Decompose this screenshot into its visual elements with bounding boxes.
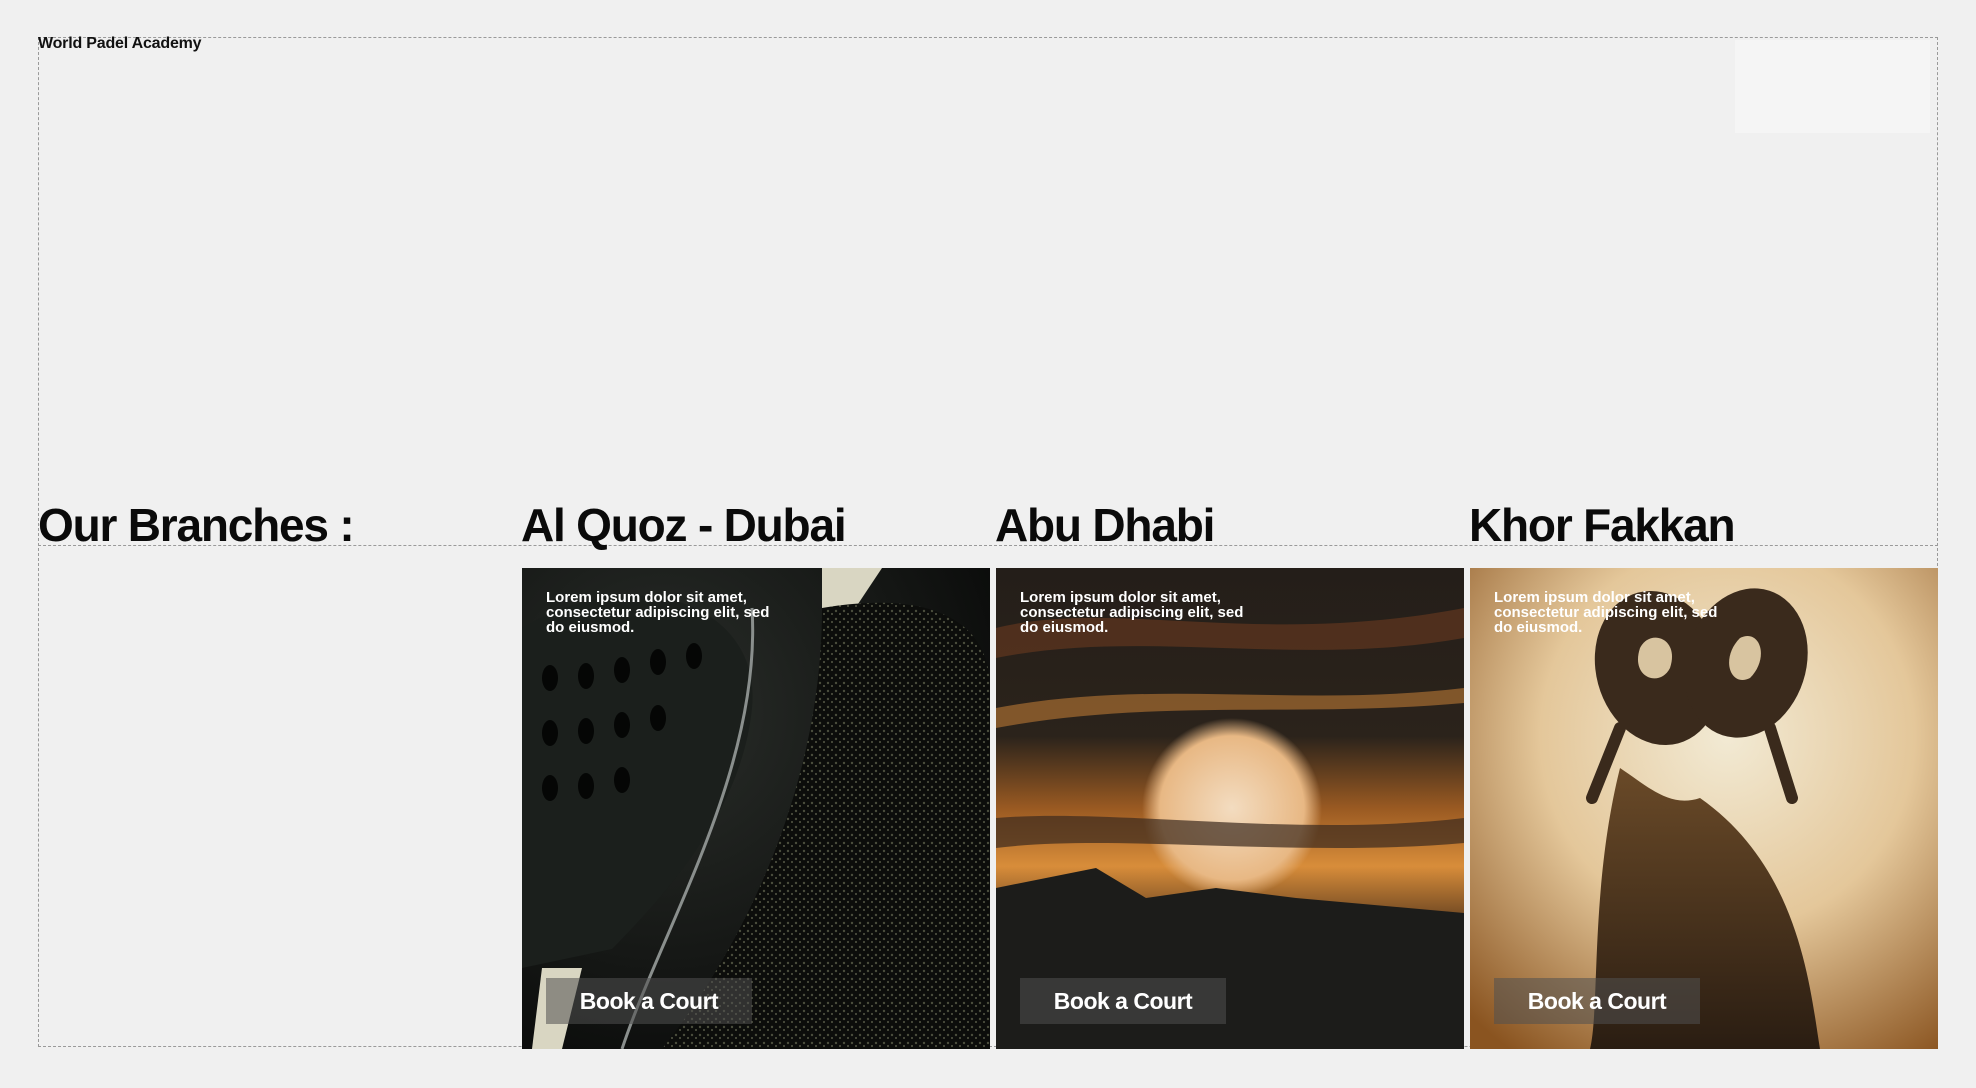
branch-name-al-quoz: Al Quoz - Dubai bbox=[521, 499, 847, 551]
branch-description: Lorem ipsum dolor sit amet, consectetur … bbox=[1494, 589, 1718, 636]
racket-closeup-image bbox=[522, 568, 990, 1049]
sunset-image bbox=[996, 568, 1464, 1049]
branch-description: Lorem ipsum dolor sit amet, consectetur … bbox=[546, 589, 770, 636]
branch-description: Lorem ipsum dolor sit amet, consectetur … bbox=[1020, 589, 1244, 636]
branch-name-abu-dhabi: Abu Dhabi bbox=[995, 499, 1215, 551]
branch-card-abu-dhabi[interactable]: Lorem ipsum dolor sit amet, consectetur … bbox=[996, 568, 1464, 1049]
brand-logo[interactable]: World Padel Academy bbox=[38, 35, 202, 53]
book-court-button-abu-dhabi[interactable]: Book a Court bbox=[1020, 978, 1226, 1024]
book-court-button-al-quoz[interactable]: Book a Court bbox=[546, 978, 752, 1024]
rackets-over-rock-image bbox=[1470, 568, 1938, 1049]
header-placeholder bbox=[1735, 40, 1930, 133]
book-court-button-khor-fakkan[interactable]: Book a Court bbox=[1494, 978, 1700, 1024]
branch-card-khor-fakkan[interactable]: Lorem ipsum dolor sit amet, consectetur … bbox=[1470, 568, 1938, 1049]
branch-name-khor-fakkan: Khor Fakkan bbox=[1469, 499, 1736, 551]
section-title: Our Branches : bbox=[38, 499, 355, 551]
branch-card-al-quoz[interactable]: Lorem ipsum dolor sit amet, consectetur … bbox=[522, 568, 990, 1049]
